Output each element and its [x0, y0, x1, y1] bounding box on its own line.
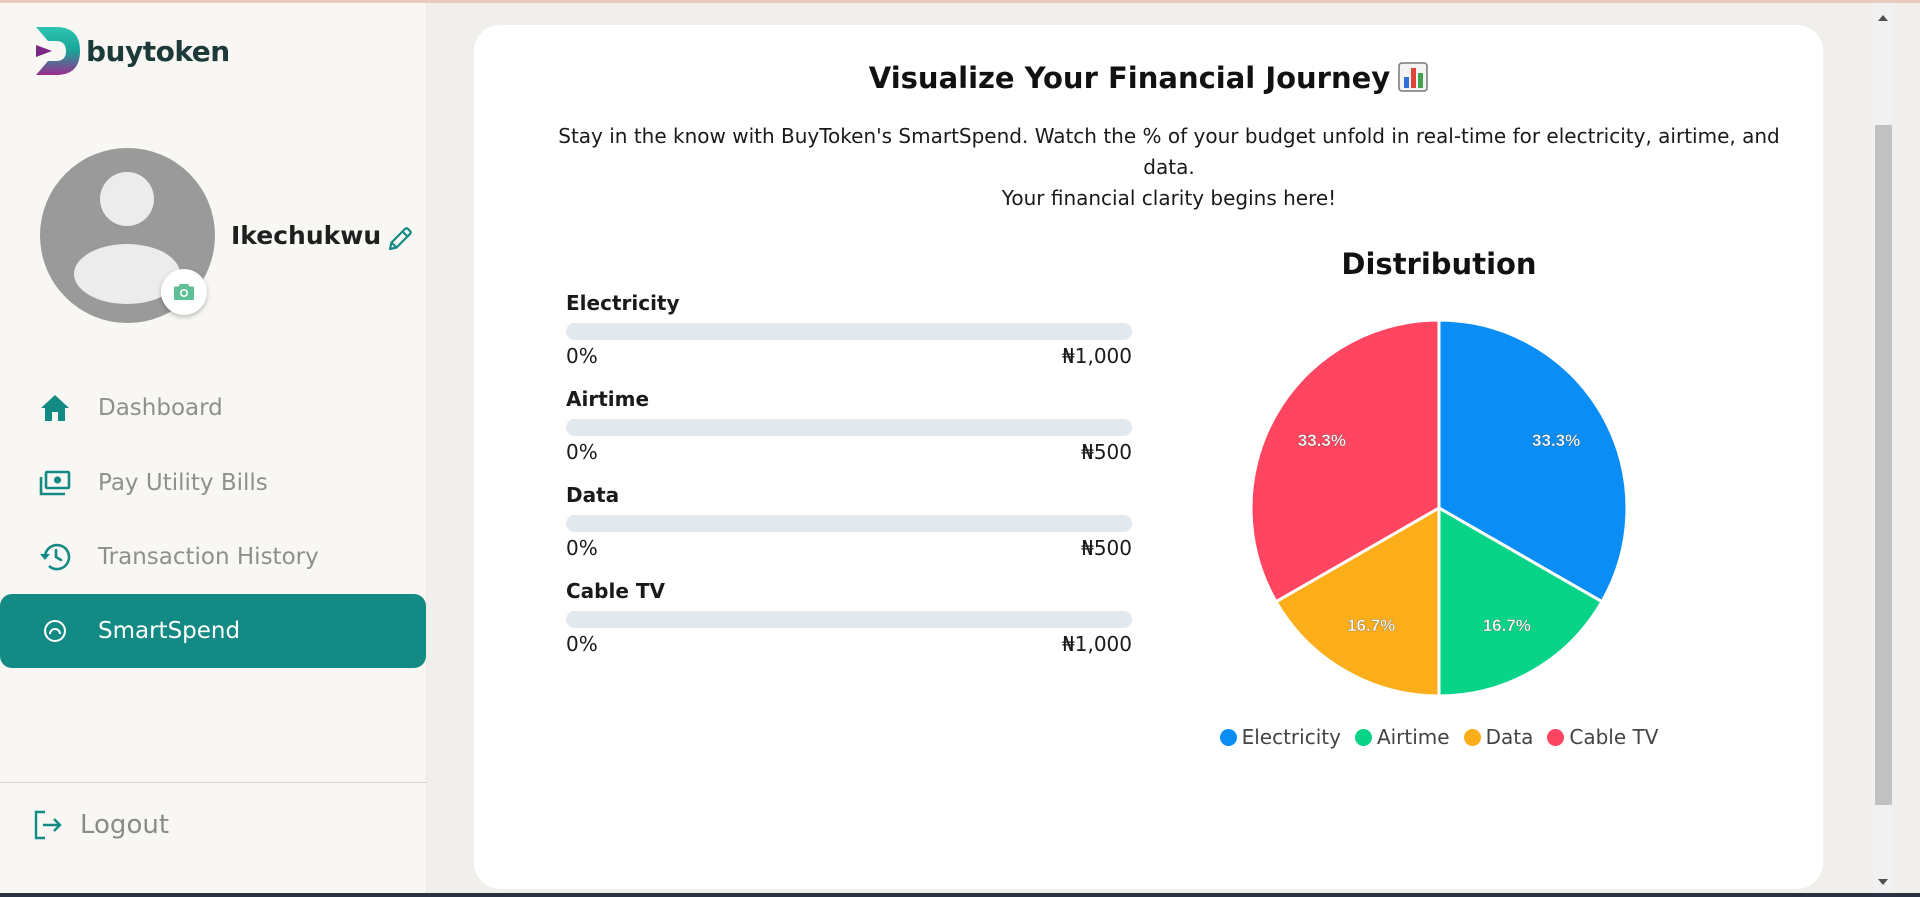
sidebar-item-label: Transaction History [98, 544, 319, 570]
scroll-down-arrow-icon[interactable] [1877, 876, 1889, 888]
budget-item-electricity: Electricity 0% ₦1,000 [566, 291, 1132, 387]
budget-item-cable-tv: Cable TV 0% ₦1,000 [566, 579, 1132, 675]
legend-label: Electricity [1241, 725, 1341, 749]
sidebar: buytoken Ikechukwu Dashboard Pay Utility… [0, 3, 427, 893]
legend-item-electricity[interactable]: Electricity [1219, 725, 1341, 749]
legend-label: Airtime [1376, 725, 1450, 749]
legend-item-data[interactable]: Data [1463, 725, 1534, 749]
edit-pencil-icon[interactable] [386, 225, 414, 253]
budget-amount: ₦1,000 [1062, 632, 1132, 656]
taskbar-edge [0, 893, 1920, 897]
legend-marker [1354, 728, 1372, 746]
budget-progress-bar [566, 515, 1132, 532]
legend-item-cable-tv[interactable]: Cable TV [1547, 725, 1658, 749]
legend-label: Data [1485, 725, 1534, 749]
sidebar-item-label: Dashboard [98, 395, 223, 421]
brand-logo[interactable]: buytoken [34, 25, 230, 77]
sidebar-item-label: Pay Utility Bills [98, 470, 268, 496]
description-line-2: Your financial clarity begins here! [1001, 186, 1337, 210]
distribution-pie-chart: 33.3% 16.7% 16.7% 33.3% [1249, 318, 1629, 698]
budget-percent: 0% [566, 536, 598, 560]
budget-percent: 0% [566, 440, 598, 464]
sidebar-divider [0, 782, 427, 783]
budget-percent: 0% [566, 344, 598, 368]
profile-name: Ikechukwu [231, 221, 382, 250]
legend-marker [1463, 728, 1481, 746]
budget-progress-bar [566, 419, 1132, 436]
chart-legend: Electricity Airtime Data Cable TV [1214, 725, 1664, 749]
pie-data-label: 16.7% [1347, 616, 1395, 635]
legend-marker [1219, 728, 1237, 746]
budget-amount: ₦1,000 [1062, 344, 1132, 368]
avatar-head [100, 172, 154, 226]
budget-list: Electricity 0% ₦1,000 Airtime 0% ₦500 Da… [566, 291, 1132, 675]
budget-name: Airtime [566, 387, 650, 411]
budget-amount: ₦500 [1081, 536, 1132, 560]
pie-data-label: 33.3% [1298, 431, 1346, 450]
budget-item-airtime: Airtime 0% ₦500 [566, 387, 1132, 483]
chart-title: Distribution [1341, 247, 1537, 281]
budget-name: Cable TV [566, 579, 665, 603]
page-description: Stay in the know with BuyToken's SmartSp… [554, 121, 1784, 214]
page-title: Visualize Your Financial Journey [474, 61, 1823, 95]
logout-label: Logout [80, 810, 170, 840]
history-icon [38, 540, 72, 574]
page-scrollbar-thumb[interactable] [1875, 125, 1892, 805]
budget-amount: ₦500 [1081, 440, 1132, 464]
legend-marker [1547, 728, 1565, 746]
budget-name: Data [566, 483, 620, 507]
sidebar-item-transaction-history[interactable]: Transaction History [0, 520, 426, 594]
description-line-1: Stay in the know with BuyToken's SmartSp… [558, 124, 1780, 179]
buytoken-logo-icon [36, 27, 80, 75]
smartspend-icon [38, 614, 72, 648]
bar-chart-emoji-icon [1398, 62, 1428, 92]
money-icon [38, 466, 72, 500]
pie-data-label: 16.7% [1483, 616, 1531, 635]
legend-item-airtime[interactable]: Airtime [1354, 725, 1450, 749]
camera-icon [174, 284, 194, 300]
smartspend-card: Visualize Your Financial Journey Stay in… [474, 25, 1823, 889]
change-photo-button[interactable] [161, 269, 207, 315]
pie-data-label: 33.3% [1532, 431, 1580, 450]
sidebar-item-smartspend[interactable]: SmartSpend [0, 594, 426, 668]
sidebar-item-dashboard[interactable]: Dashboard [0, 371, 426, 445]
scroll-up-arrow-icon[interactable] [1877, 12, 1889, 24]
budget-progress-bar [566, 323, 1132, 340]
sidebar-item-label: SmartSpend [98, 618, 241, 644]
legend-label: Cable TV [1569, 725, 1659, 749]
budget-progress-bar [566, 611, 1132, 628]
budget-percent: 0% [566, 632, 598, 656]
brand-name: buytoken [86, 34, 230, 68]
sidebar-item-pay-utility-bills[interactable]: Pay Utility Bills [0, 446, 426, 520]
page-title-text: Visualize Your Financial Journey [868, 61, 1391, 95]
home-icon [38, 391, 72, 425]
logout-icon [34, 810, 62, 840]
budget-name: Electricity [566, 291, 680, 315]
logout-button[interactable]: Logout [32, 809, 169, 841]
budget-item-data: Data 0% ₦500 [566, 483, 1132, 579]
